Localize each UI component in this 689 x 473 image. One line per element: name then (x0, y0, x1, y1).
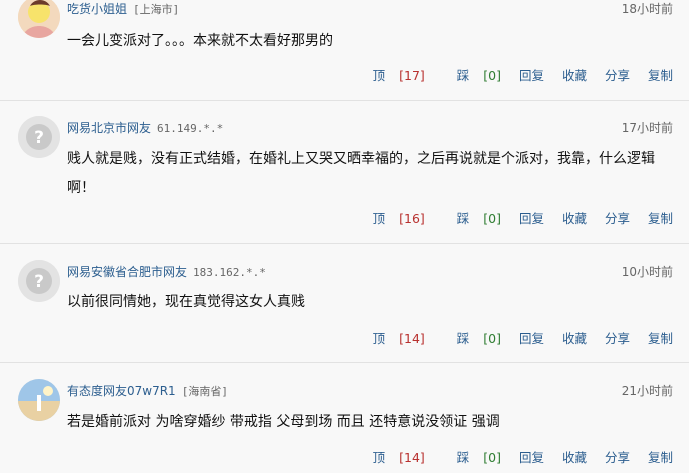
avatar[interactable] (18, 0, 60, 38)
upvote-button[interactable]: 顶 [14] (359, 331, 425, 346)
comment-actions: 顶 [17] 踩 [0] 回复 收藏 分享 复制 (345, 65, 673, 84)
comment-location: [上海市] (133, 3, 180, 16)
share-button[interactable]: 分享 (605, 450, 630, 465)
downvote-button[interactable]: 踩 [0] (443, 68, 501, 83)
collect-button[interactable]: 收藏 (562, 331, 587, 346)
comment-actions: 顶 [14] 踩 [0] 回复 收藏 分享 复制 (345, 447, 673, 466)
collect-button[interactable]: 收藏 (562, 450, 587, 465)
comment-time: 17小时前 (621, 121, 673, 135)
share-button[interactable]: 分享 (605, 68, 630, 83)
reply-button[interactable]: 回复 (519, 331, 544, 346)
downvote-button[interactable]: 踩 [0] (443, 450, 501, 465)
comment-item: ? 网易北京市网友 61.149.*.* 17小时前 贱人就是贱，没有正式结婚，在… (0, 101, 689, 243)
comment-text: 贱人就是贱，没有正式结婚，在婚礼上又哭又晒幸福的，之后再说就是个派对，我靠，什么… (67, 151, 655, 196)
svg-text:?: ? (34, 128, 44, 148)
avatar[interactable]: ? (18, 116, 60, 158)
comment-username[interactable]: 有态度网友07w7R1 [海南省] (67, 382, 228, 399)
comment-text: 以前很同情她，现在真觉得这女人真贱 (67, 294, 305, 310)
comment-text: 一会儿变派对了。。。本来就不太看好那男的 (67, 33, 333, 49)
comment-time: 18小时前 (621, 2, 673, 16)
comment-time: 10小时前 (621, 265, 673, 279)
comment-location: [海南省] (181, 385, 228, 398)
reply-button[interactable]: 回复 (519, 68, 544, 83)
upvote-button[interactable]: 顶 [16] (359, 211, 425, 226)
copy-button[interactable]: 复制 (648, 450, 673, 465)
default-avatar-icon: ? (18, 116, 60, 158)
upvote-button[interactable]: 顶 [14] (359, 450, 425, 465)
downvote-button[interactable]: 踩 [0] (443, 211, 501, 226)
comment-item: ? 网易安徽省合肥市网友 183.162.*.* 10小时前 以前很同情她，现在真… (0, 244, 689, 362)
collect-button[interactable]: 收藏 (562, 211, 587, 226)
comment-ip: 183.162.*.* (193, 266, 266, 279)
upvote-button[interactable]: 顶 [17] (359, 68, 425, 83)
copy-button[interactable]: 复制 (648, 68, 673, 83)
comment-text: 若是婚前派对 为啥穿婚纱 带戒指 父母到场 而且 还特意说没领证 强调 (67, 414, 500, 430)
reply-button[interactable]: 回复 (519, 450, 544, 465)
default-avatar-icon: ? (18, 260, 60, 302)
avatar[interactable]: ? (18, 260, 60, 302)
collect-button[interactable]: 收藏 (562, 68, 587, 83)
copy-button[interactable]: 复制 (648, 331, 673, 346)
comment-ip: 61.149.*.* (157, 122, 224, 135)
downvote-button[interactable]: 踩 [0] (443, 331, 501, 346)
comment-time: 21小时前 (621, 384, 673, 398)
comment-item: 有态度网友07w7R1 [海南省] 21小时前 若是婚前派对 为啥穿婚纱 带戒指 … (0, 363, 689, 473)
share-button[interactable]: 分享 (605, 331, 630, 346)
comment-actions: 顶 [14] 踩 [0] 回复 收藏 分享 复制 (345, 328, 673, 347)
comment-username[interactable]: 网易北京市网友 61.149.*.* (67, 119, 223, 136)
share-button[interactable]: 分享 (605, 211, 630, 226)
copy-button[interactable]: 复制 (648, 211, 673, 226)
reply-button[interactable]: 回复 (519, 211, 544, 226)
avatar[interactable] (18, 379, 60, 421)
svg-text:?: ? (34, 272, 44, 292)
comment-actions: 顶 [16] 踩 [0] 回复 收藏 分享 复制 (345, 208, 673, 227)
comment-username[interactable]: 吃货小姐姐 [上海市] (67, 0, 179, 17)
comment-item: 吃货小姐姐 [上海市] 18小时前 一会儿变派对了。。。本来就不太看好那男的 顶[… (0, 0, 689, 100)
comment-username[interactable]: 网易安徽省合肥市网友 183.162.*.* (67, 263, 266, 280)
